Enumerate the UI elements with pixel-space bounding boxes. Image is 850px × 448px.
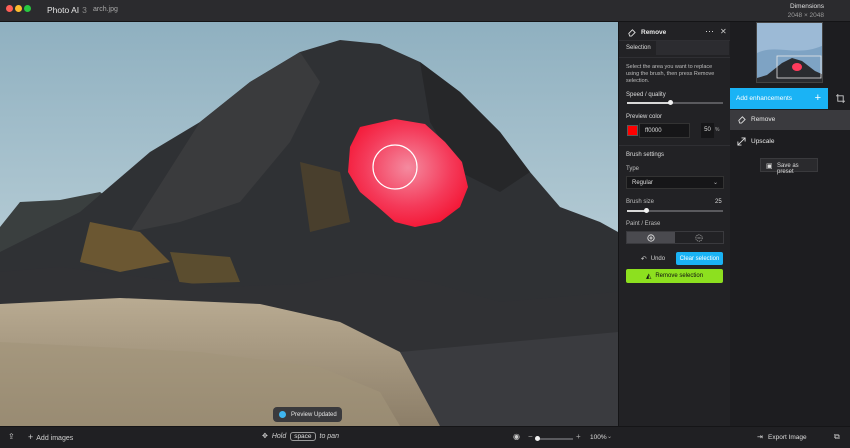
image-canvas[interactable]: Preview Updated bbox=[0, 22, 618, 426]
sidebar-item-remove[interactable]: Remove bbox=[730, 110, 850, 130]
export-image-button[interactable]: ⇥ Export Image bbox=[730, 427, 828, 448]
save-as-preset-label: Save as preset bbox=[777, 163, 799, 175]
chevron-down-icon: ⌄ bbox=[712, 180, 718, 186]
sidebar-item-upscale[interactable]: Upscale bbox=[730, 132, 850, 152]
thumbnail-image bbox=[757, 23, 822, 82]
sidebar-item-label: Remove bbox=[751, 116, 776, 123]
preview-color-swatch[interactable] bbox=[627, 125, 638, 136]
preview-color-label: Preview color bbox=[626, 114, 663, 120]
add-images-button[interactable]: + Add images bbox=[28, 432, 73, 442]
brush-type-select[interactable]: Regular ⌄ bbox=[626, 176, 724, 189]
undo-button[interactable]: ↶ Undo bbox=[633, 252, 673, 265]
app-title: Photo AI 3 bbox=[47, 5, 87, 15]
remove-panel: Remove ⋯ ✕ Selection Select the area you… bbox=[618, 22, 731, 426]
close-window-button[interactable] bbox=[6, 5, 13, 12]
right-sidebar: Add enhancements + Remove Upscale ▣ Save… bbox=[730, 22, 850, 426]
add-enhancements-label: Add enhancements bbox=[736, 95, 793, 102]
divider bbox=[619, 145, 731, 146]
space-key: space bbox=[290, 432, 316, 441]
paint-plus-icon bbox=[647, 233, 655, 242]
plus-icon: + bbox=[28, 432, 34, 442]
remove-selection-button[interactable]: ◭ Remove selection bbox=[626, 269, 723, 283]
zoom-slider-knob[interactable] bbox=[534, 436, 540, 441]
sidebar-item-label: Upscale bbox=[751, 138, 775, 145]
file-name: arch.jpg bbox=[93, 6, 118, 13]
expand-arrows-icon bbox=[737, 137, 746, 146]
brush-size-label: Brush size bbox=[626, 199, 655, 205]
plus-icon: + bbox=[814, 92, 821, 104]
brush-settings-label: Brush settings bbox=[626, 152, 665, 158]
bottom-bar: ⇪ + Add images ✥ Hold space to pan ◉ − + … bbox=[0, 426, 850, 448]
preview-opacity-input[interactable]: 50 bbox=[701, 123, 714, 138]
export-image-label: Export Image bbox=[768, 434, 807, 441]
selection-label: Selection bbox=[626, 45, 651, 51]
paint-erase-label: Paint / Erase bbox=[626, 221, 661, 227]
zoom-in-icon[interactable]: + bbox=[576, 432, 581, 441]
undo-icon: ↶ bbox=[640, 255, 647, 263]
export-icon: ⇥ bbox=[757, 434, 763, 441]
undo-label: Undo bbox=[650, 255, 666, 262]
percent-sign: % bbox=[715, 127, 720, 133]
toast-text: Preview Updated bbox=[291, 411, 337, 418]
clear-selection-button[interactable]: Clear selection bbox=[676, 252, 723, 265]
chevron-down-icon: ⌄ bbox=[607, 434, 613, 440]
instructions-text: Select the area you want to replace usin… bbox=[626, 64, 715, 84]
brush-size-knob[interactable] bbox=[643, 208, 649, 213]
crop-icon[interactable] bbox=[836, 94, 845, 103]
erase-minus-icon bbox=[695, 233, 703, 242]
close-panel-icon[interactable]: ✕ bbox=[720, 27, 727, 36]
eraser-icon bbox=[738, 116, 746, 124]
upload-icon[interactable]: ⇪ bbox=[8, 432, 15, 441]
hold-text: Hold bbox=[271, 433, 287, 440]
info-icon bbox=[279, 411, 286, 418]
paint-mode-button[interactable] bbox=[627, 232, 675, 243]
selection-field[interactable] bbox=[656, 41, 729, 55]
preview-updated-toast: Preview Updated bbox=[273, 407, 342, 422]
to-pan-text: to pan bbox=[319, 433, 339, 440]
preset-icon: ▣ bbox=[766, 163, 773, 170]
erase-mode-button[interactable] bbox=[675, 232, 723, 243]
share-icon[interactable]: ⧉ bbox=[834, 432, 840, 442]
brush-size-value: 25 bbox=[715, 199, 722, 205]
add-enhancements-button[interactable]: Add enhancements + bbox=[730, 88, 828, 109]
speed-quality-label: Speed / quality bbox=[626, 92, 666, 98]
add-images-label: Add images bbox=[36, 435, 74, 442]
pan-hint: ✥ Hold space to pan bbox=[262, 432, 339, 441]
move-icon: ✥ bbox=[262, 433, 268, 440]
zoom-value[interactable]: 100% bbox=[590, 434, 607, 441]
speed-quality-knob[interactable] bbox=[667, 100, 673, 105]
preview-color-hex-input[interactable]: ff0000 bbox=[639, 123, 690, 138]
panel-title: Remove bbox=[641, 29, 667, 36]
eraser-icon: ◭ bbox=[645, 273, 652, 280]
save-as-preset-button[interactable]: ▣ Save as preset bbox=[760, 158, 818, 175]
divider bbox=[619, 57, 731, 58]
app-version: 3 bbox=[82, 5, 87, 15]
navigator-thumbnail[interactable] bbox=[756, 22, 823, 83]
dimensions-value: 2048 × 2048 bbox=[787, 12, 824, 19]
zoom-slider[interactable] bbox=[537, 438, 573, 440]
remove-selection-label: Remove selection bbox=[655, 273, 704, 279]
speed-quality-fill bbox=[627, 102, 671, 104]
app-name: Photo AI bbox=[47, 5, 80, 15]
type-label: Type bbox=[626, 166, 640, 172]
eraser-icon bbox=[628, 29, 636, 37]
more-options-icon[interactable]: ⋯ bbox=[705, 26, 714, 37]
brush-type-value: Regular bbox=[632, 180, 654, 186]
zoom-out-icon[interactable]: − bbox=[528, 432, 533, 441]
eye-icon[interactable]: ◉ bbox=[513, 432, 520, 441]
title-bar: Photo AI 3 arch.jpg Dimensions 2048 × 204… bbox=[0, 0, 850, 22]
minimize-window-button[interactable] bbox=[15, 5, 22, 12]
paint-erase-toggle bbox=[626, 231, 724, 244]
zoom-window-button[interactable] bbox=[24, 5, 31, 12]
dimensions-label: Dimensions bbox=[790, 3, 824, 10]
photo-preview bbox=[0, 22, 618, 426]
